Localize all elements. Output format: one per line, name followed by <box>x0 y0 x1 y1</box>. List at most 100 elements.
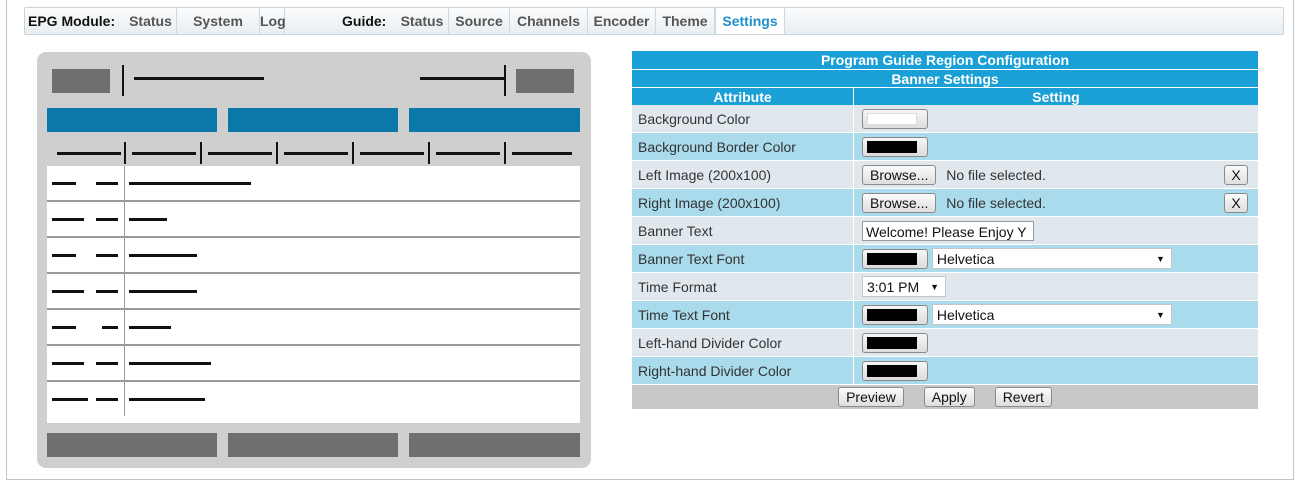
preview-footer-block-3 <box>409 433 580 457</box>
top-nav: EPG Module: Status System Log Guide: Sta… <box>24 7 1284 35</box>
attribute-label: Banner Text Font <box>632 244 854 273</box>
preview-time-header-sep <box>200 142 202 164</box>
preview-channel-row <box>47 346 580 382</box>
preview-channel-row <box>47 202 580 238</box>
color-swatch-black <box>867 140 917 153</box>
preview-time-header-seg <box>208 152 272 155</box>
guide-preview <box>37 52 591 468</box>
column-header-attribute: Attribute <box>632 87 854 105</box>
preview-time-header-sep <box>428 142 430 164</box>
preview-time-line <box>420 77 506 80</box>
chevron-down-icon: ▼ <box>1155 310 1165 320</box>
tab-epg-log[interactable]: Log <box>260 8 286 34</box>
preview-header-right-block <box>516 69 574 93</box>
preview-channel-row <box>47 310 580 346</box>
background-border-color-picker[interactable] <box>862 136 928 157</box>
preview-blue-tab-2 <box>228 108 398 132</box>
preview-header-divider-left <box>122 65 124 96</box>
preview-time-header-seg <box>57 152 121 155</box>
guide-label: Guide: <box>342 13 387 29</box>
preview-blue-tab-3 <box>409 108 580 132</box>
preview-time-header-sep <box>504 142 506 164</box>
preview-channel-row <box>47 238 580 274</box>
tab-guide-theme[interactable]: Theme <box>656 8 715 34</box>
config-title: Program Guide Region Configuration <box>632 51 1258 70</box>
color-swatch-black <box>867 308 917 321</box>
attribute-label: Left Image (200x100) <box>632 160 854 189</box>
preview-channel-row <box>47 382 580 418</box>
selected-font: Helvetica <box>936 307 995 323</box>
chevron-down-icon: ▼ <box>930 282 939 292</box>
revert-button[interactable]: Revert <box>994 387 1052 407</box>
preview-banner-text-line <box>134 77 264 80</box>
tab-guide-source[interactable]: Source <box>449 8 510 34</box>
row-time-format: Time Format 3:01 PM ▼ <box>632 272 1258 301</box>
tab-epg-system[interactable]: System <box>177 8 260 34</box>
tab-epg-status[interactable]: Status <box>125 8 177 34</box>
preview-footer-block-1 <box>47 433 217 457</box>
row-background-color: Background Color <box>632 105 1258 133</box>
selected-time-format: 3:01 PM <box>867 279 920 295</box>
preview-time-header-seg <box>132 152 196 155</box>
tab-guide-channels[interactable]: Channels <box>510 8 588 34</box>
left-image-clear-button[interactable]: X <box>1224 165 1248 185</box>
preview-button[interactable]: Preview <box>838 387 904 407</box>
preview-header-divider-right <box>504 65 506 96</box>
column-header-setting: Setting <box>853 87 1258 105</box>
right-image-clear-button[interactable]: X <box>1224 193 1248 213</box>
banner-text-color-picker[interactable] <box>862 248 928 269</box>
selected-font: Helvetica <box>936 251 995 267</box>
banner-text-input[interactable]: Welcome! Please Enjoy Y <box>862 220 1034 241</box>
row-background-border-color: Background Border Color <box>632 132 1258 161</box>
attribute-label: Banner Text <box>632 216 854 245</box>
left-image-browse-button[interactable]: Browse... <box>862 164 937 185</box>
right-image-status: No file selected. <box>946 194 1046 211</box>
color-swatch-white <box>867 112 917 125</box>
color-swatch-black <box>867 252 917 265</box>
attribute-label: Time Text Font <box>632 300 854 329</box>
left-image-status: No file selected. <box>946 166 1046 183</box>
banner-text-font-select[interactable]: Helvetica ▼ <box>931 248 1172 269</box>
row-left-image: Left Image (200x100) Browse... No file s… <box>632 160 1258 189</box>
row-left-divider-color: Left-hand Divider Color <box>632 328 1258 357</box>
color-swatch-black <box>867 336 917 349</box>
background-color-picker[interactable] <box>862 108 928 129</box>
color-swatch-black <box>867 364 917 377</box>
banner-settings-table: Program Guide Region Configuration Banne… <box>632 51 1258 409</box>
left-divider-color-picker[interactable] <box>862 332 928 353</box>
row-right-divider-color: Right-hand Divider Color <box>632 356 1258 385</box>
preview-channel-row <box>47 274 580 310</box>
tab-guide-settings[interactable]: Settings <box>715 8 785 34</box>
row-time-text-font: Time Text Font Helvetica ▼ <box>632 300 1258 329</box>
attribute-label: Right-hand Divider Color <box>632 356 854 385</box>
epg-module-label: EPG Module: <box>28 13 116 29</box>
actions-row: Preview Apply Revert <box>632 384 1258 409</box>
preview-time-header-seg <box>360 152 424 155</box>
preview-guide-grid <box>47 166 580 423</box>
row-banner-text: Banner Text Welcome! Please Enjoy Y <box>632 216 1258 245</box>
section-title: Banner Settings <box>632 69 1258 88</box>
right-image-browse-button[interactable]: Browse... <box>862 192 937 213</box>
right-divider-color-picker[interactable] <box>862 360 928 381</box>
attribute-label: Right Image (200x100) <box>632 188 854 217</box>
preview-footer-block-2 <box>228 433 398 457</box>
chevron-down-icon: ▼ <box>1155 254 1165 264</box>
preview-header-left-block <box>52 69 110 93</box>
attribute-label: Time Format <box>632 272 854 301</box>
preview-time-header-seg <box>284 152 348 155</box>
time-text-font-select[interactable]: Helvetica ▼ <box>931 304 1172 325</box>
apply-button[interactable]: Apply <box>923 387 975 407</box>
attribute-label: Background Border Color <box>632 132 854 161</box>
preview-time-header-seg <box>512 152 572 155</box>
row-right-image: Right Image (200x100) Browse... No file … <box>632 188 1258 217</box>
row-banner-text-font: Banner Text Font Helvetica ▼ <box>632 244 1258 273</box>
attribute-label: Left-hand Divider Color <box>632 328 854 357</box>
preview-time-header-sep <box>124 142 126 164</box>
preview-time-header-sep <box>276 142 278 164</box>
time-text-color-picker[interactable] <box>862 304 928 325</box>
tab-guide-status[interactable]: Status <box>396 8 449 34</box>
tab-guide-encoder[interactable]: Encoder <box>588 8 656 34</box>
time-format-select[interactable]: 3:01 PM ▼ <box>862 276 946 297</box>
attribute-label: Background Color <box>632 105 854 133</box>
preview-time-header-seg <box>436 152 500 155</box>
